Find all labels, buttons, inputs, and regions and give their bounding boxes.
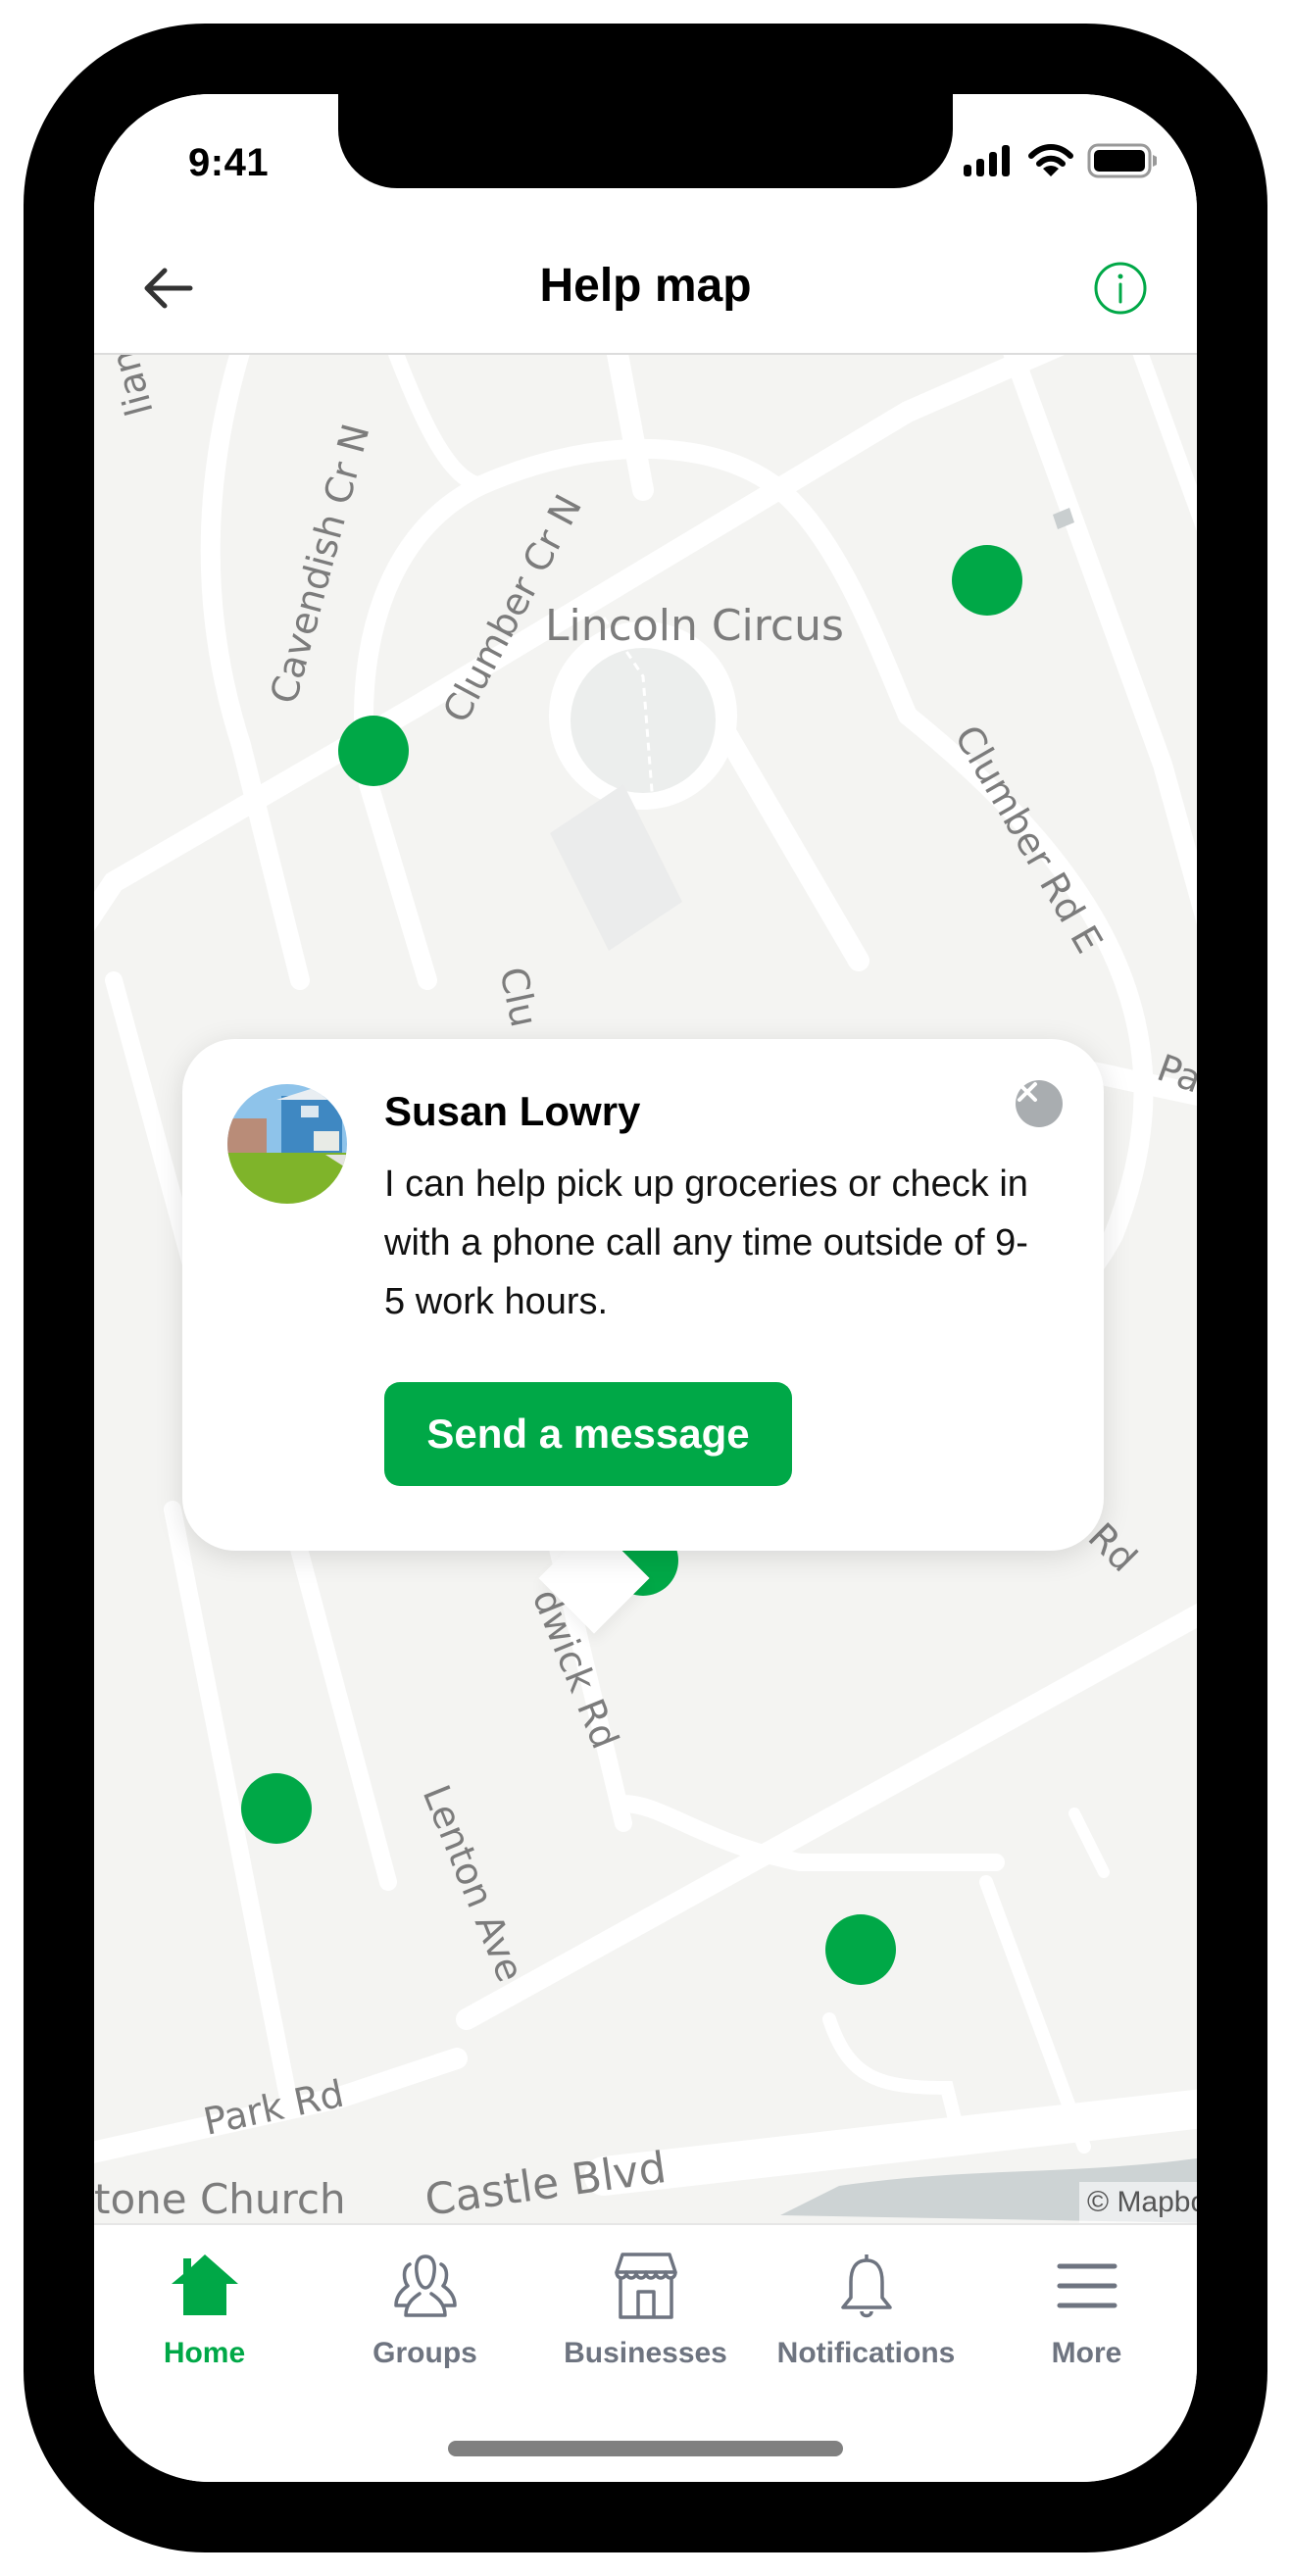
close-icon [1018, 1082, 1037, 1102]
cellular-signal-icon [964, 145, 1010, 176]
status-time: 9:41 [188, 141, 270, 184]
groups-icon [393, 2254, 457, 2317]
map-label-lincoln: Lincoln Circus [545, 601, 844, 651]
help-map[interactable]: liam C Cavendish Cr N Clumber Cr N Linco… [94, 353, 1197, 2223]
close-card-button[interactable] [1016, 1080, 1063, 1127]
notch [338, 94, 953, 188]
menu-icon [1057, 2263, 1117, 2308]
phone-screen: liam C Cavendish Cr N Clumber Cr N Linco… [94, 94, 1197, 2482]
tab-label: Notifications [776, 2337, 956, 2369]
map-label-clu: Clu [491, 964, 546, 1031]
helper-pin[interactable] [952, 545, 1022, 616]
roundabout-center [571, 648, 716, 793]
road-north-spur [606, 353, 654, 501]
tab-label: Businesses [564, 2337, 727, 2369]
tab-home[interactable]: Home [94, 2225, 315, 2482]
map-label-lenton: Lenton Ave [415, 1779, 532, 1988]
road-castle [584, 2089, 1197, 2196]
house-photo-icon [227, 1084, 347, 1204]
info-button[interactable] [1093, 261, 1148, 316]
info-circle-icon [1094, 262, 1147, 315]
battery-icon [1087, 143, 1157, 178]
helper-pin[interactable] [241, 1773, 312, 1844]
helper-name: Susan Lowry [384, 1088, 641, 1134]
map-label-park: Park Rd [200, 2072, 348, 2144]
building-block [550, 784, 682, 951]
send-message-button[interactable]: Send a message [384, 1382, 792, 1486]
map-label-william: liam C [94, 353, 162, 421]
home-icon [171, 2254, 238, 2315]
tab-more[interactable]: More [976, 2225, 1197, 2482]
road-south-spur [711, 715, 869, 971]
home-indicator[interactable] [448, 2441, 843, 2456]
map-label-castle: Castle Blvd [422, 2143, 669, 2223]
bell-icon [840, 2254, 892, 2318]
road-minor [387, 353, 489, 493]
storefront-icon [614, 2253, 677, 2319]
helper-card: Susan Lowry I can help pick up groceries… [182, 1039, 1104, 1551]
tab-label: More [1051, 2337, 1122, 2369]
map-attribution[interactable]: © Mapbox [1079, 2182, 1197, 2223]
status-icons [964, 143, 1158, 178]
map-label-clumber-rd: Clumber Rd E [946, 718, 1111, 961]
page-title: Help map [539, 260, 752, 312]
tab-label: Home [163, 2337, 246, 2369]
tab-label: Groups [372, 2337, 477, 2369]
helper-pin[interactable] [338, 716, 409, 786]
map-label-church: tone Church [94, 2175, 346, 2223]
avatar [227, 1084, 347, 1204]
helper-pin[interactable] [825, 1914, 896, 1985]
helper-description: I can help pick up groceries or check in… [384, 1164, 1028, 1322]
wifi-icon [1028, 144, 1073, 176]
